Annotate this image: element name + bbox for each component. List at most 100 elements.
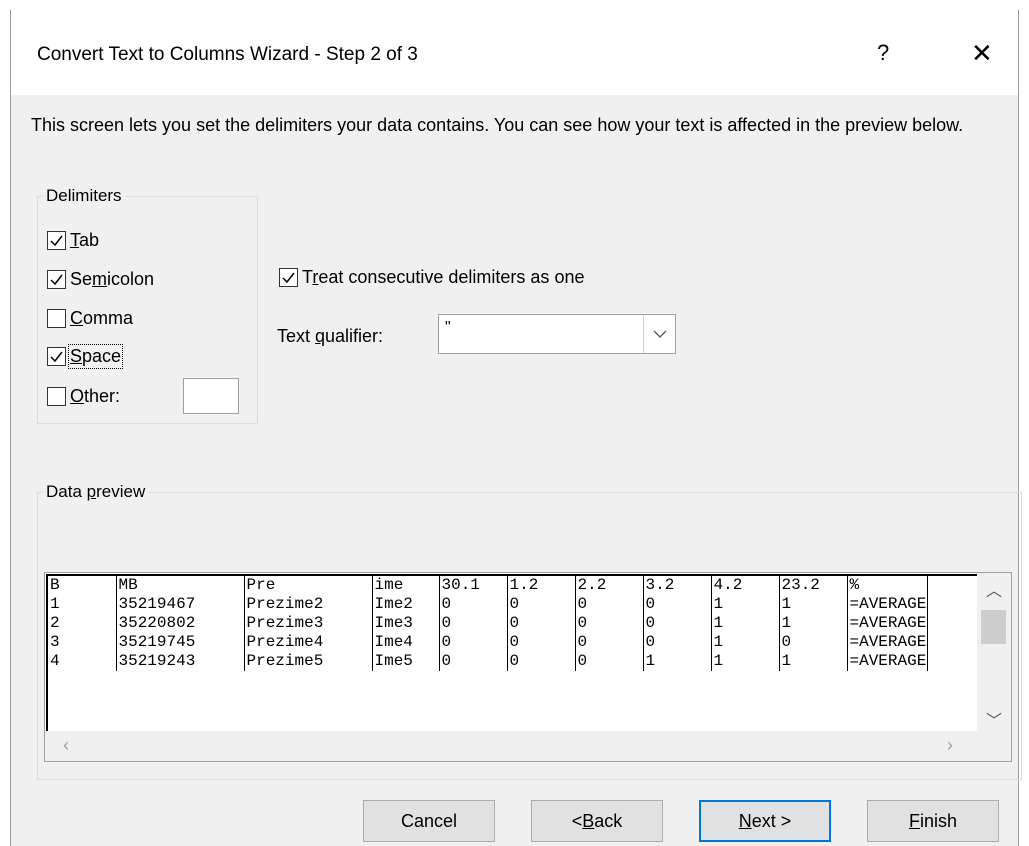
tab-label-mnemonic: T: [70, 230, 79, 250]
intro-text: This screen lets you set the delimiters …: [31, 115, 964, 135]
other-delimiter-input[interactable]: [183, 378, 239, 414]
space-checkbox[interactable]: Space: [47, 344, 124, 369]
preview-cell: Prezime4: [244, 633, 373, 652]
text-to-columns-dialog: Convert Text to Columns Wizard - Step 2 …: [10, 10, 1022, 846]
preview-cell: 0: [643, 633, 712, 652]
comma-checkbox[interactable]: Comma: [47, 308, 133, 329]
chevron-down-icon[interactable]: [643, 315, 675, 353]
scroll-down-icon[interactable]: ﹀: [977, 707, 1011, 731]
window-title: Convert Text to Columns Wizard - Step 2 …: [37, 44, 418, 65]
treat-consecutive-check-box[interactable]: [279, 268, 298, 287]
scroll-right-icon[interactable]: ›: [947, 735, 953, 756]
preview-cell: =AVERAGE: [847, 595, 928, 614]
next-button[interactable]: Next >: [699, 800, 831, 842]
preview-cell: 0: [439, 652, 508, 671]
data-preview-box[interactable]: B MB Pre ime 30.1 1.2 2.2 3.2 4.2 23.2% 1 35219467 P…: [44, 572, 1012, 762]
preview-vertical-scrollbar[interactable]: ︿ ﹀: [977, 573, 1011, 731]
preview-cell: 0: [575, 614, 644, 633]
semicolon-checkbox[interactable]: Semicolon: [47, 269, 154, 290]
scroll-thumb[interactable]: [981, 610, 1006, 644]
preview-cell: 35219243: [116, 652, 245, 671]
preview-cell: 1.2: [507, 576, 576, 595]
preview-cell: 0: [439, 633, 508, 652]
checkmark-icon: [50, 274, 63, 286]
preview-cell: %: [847, 576, 928, 595]
preview-cell: Ime2: [372, 595, 440, 614]
preview-cell: 4: [48, 652, 117, 671]
data-preview-grid[interactable]: B MB Pre ime 30.1 1.2 2.2 3.2 4.2 23.2% 1 35219467 P…: [46, 574, 978, 732]
scroll-up-icon[interactable]: ︿: [977, 577, 1011, 601]
preview-cell: 1: [711, 595, 780, 614]
comma-check-box[interactable]: [47, 309, 66, 328]
preview-cell: B: [48, 576, 117, 595]
data-preview-table: B MB Pre ime 30.1 1.2 2.2 3.2 4.2 23.2% 1 35219467 P…: [48, 576, 928, 671]
preview-cell: 1: [48, 595, 117, 614]
preview-cell: 0: [507, 633, 576, 652]
checkmark-icon: [282, 272, 295, 284]
preview-cell: 1: [643, 652, 712, 671]
checkmark-icon: [50, 351, 63, 363]
data-preview-legend: Data preview: [46, 482, 146, 501]
preview-cell: Ime3: [372, 614, 440, 633]
preview-cell: Ime4: [372, 633, 440, 652]
finish-button[interactable]: Finish: [867, 800, 999, 842]
other-label: Other:: [70, 386, 121, 406]
preview-cell: 1: [711, 614, 780, 633]
preview-cell: 35219467: [116, 595, 245, 614]
other-check-box[interactable]: [47, 387, 66, 406]
preview-cell: 3: [48, 633, 117, 652]
preview-cell: Prezime2: [244, 595, 373, 614]
preview-cell: 0: [507, 614, 576, 633]
preview-horizontal-scrollbar[interactable]: ‹ ›: [45, 731, 1011, 761]
delimiters-legend: Delimiters: [46, 186, 122, 205]
tab-check-box[interactable]: [47, 231, 66, 250]
comma-label: Comma: [70, 308, 134, 328]
help-button[interactable]: ?: [877, 40, 889, 66]
preview-cell: 35220802: [116, 614, 245, 633]
space-check-box[interactable]: [47, 347, 66, 366]
checkmark-icon: [50, 235, 63, 247]
treat-consecutive-label: Treat consecutive delimiters as one: [302, 267, 585, 287]
preview-cell: 0: [575, 595, 644, 614]
preview-cell: 0: [575, 633, 644, 652]
preview-cell: 1: [779, 614, 848, 633]
preview-cell: =AVERAGE: [847, 652, 928, 671]
cancel-button[interactable]: Cancel: [363, 800, 495, 842]
preview-row: 2 35220802 Prezime3 Ime3 0 0 0 0 1 1 =AVERAGE: [48, 614, 928, 633]
preview-cell: 2: [48, 614, 117, 633]
tab-label-rest: ab: [79, 230, 100, 250]
preview-cell: 4.2: [711, 576, 780, 595]
preview-cell: Prezime3: [244, 614, 373, 633]
back-button[interactable]: < Back: [531, 800, 663, 842]
text-qualifier-value: ": [445, 319, 451, 336]
preview-row: B MB Pre ime 30.1 1.2 2.2 3.2 4.2 23.2%: [48, 576, 928, 595]
semicolon-check-box[interactable]: [47, 270, 66, 289]
text-qualifier-label: Text qualifier:: [277, 326, 384, 346]
preview-row: 3 35219745 Prezime4 Ime4 0 0 0 0 1 0 =AVERAGE: [48, 633, 928, 652]
preview-cell: 0: [507, 595, 576, 614]
treat-consecutive-checkbox[interactable]: Treat consecutive delimiters as one: [279, 267, 584, 288]
other-checkbox[interactable]: Other:: [47, 386, 120, 407]
semicolon-label: Semicolon: [70, 269, 155, 289]
preview-cell: 0: [643, 614, 712, 633]
preview-cell: 1: [779, 595, 848, 614]
preview-cell: 35219745: [116, 633, 245, 652]
close-button[interactable]: ✕: [971, 38, 993, 69]
preview-cell: 0: [643, 595, 712, 614]
preview-cell: 0: [439, 595, 508, 614]
scroll-left-icon[interactable]: ‹: [63, 735, 69, 756]
preview-cell: 1: [779, 652, 848, 671]
preview-cell: Prezime5: [244, 652, 373, 671]
preview-cell: =AVERAGE: [847, 614, 928, 633]
preview-cell: 1: [711, 652, 780, 671]
preview-cell: ime: [372, 576, 440, 595]
title-bar: Convert Text to Columns Wizard - Step 2 …: [11, 10, 1018, 95]
preview-cell: 0: [575, 652, 644, 671]
space-label: Space: [67, 344, 124, 369]
tab-checkbox[interactable]: Tab: [47, 230, 99, 251]
preview-cell: 1: [711, 633, 780, 652]
preview-cell: 0: [779, 633, 848, 652]
text-qualifier-dropdown[interactable]: ": [438, 314, 676, 354]
preview-cell: 0: [439, 614, 508, 633]
preview-cell: Pre: [244, 576, 373, 595]
